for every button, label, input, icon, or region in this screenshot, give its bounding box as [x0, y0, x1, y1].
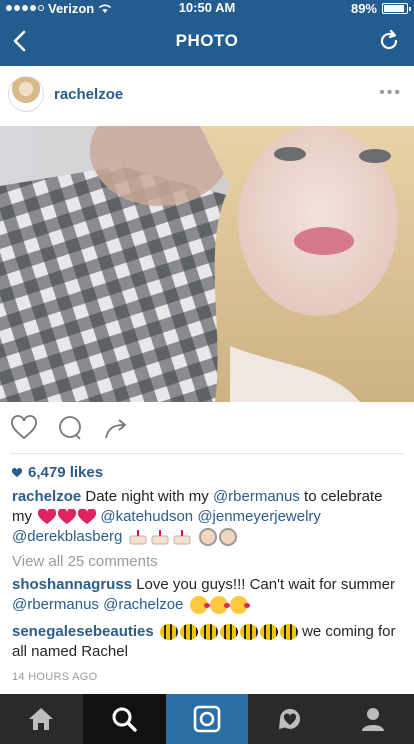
kiss-face-icon — [229, 596, 250, 615]
tab-camera[interactable] — [165, 694, 249, 744]
page-title: PHOTO — [175, 31, 239, 50]
mention-link[interactable]: @rachelzoe — [103, 596, 183, 613]
comment-username[interactable]: shoshannagruss — [12, 576, 132, 593]
more-icon[interactable]: ••• — [379, 84, 402, 102]
comment-username[interactable]: senegalesebeauties — [12, 623, 154, 640]
nav-bar: PHOTO — [0, 16, 414, 66]
comment: shoshannagruss Love you guys!!! Can't wa… — [12, 575, 402, 615]
comment-icon[interactable] — [56, 414, 84, 442]
tab-bar — [0, 694, 414, 744]
divider — [10, 453, 404, 454]
battery-area: 89% — [350, 0, 411, 16]
profile-icon — [361, 708, 384, 731]
battery-percent: 89% — [350, 0, 377, 16]
bee-icon — [199, 624, 218, 641]
post-header: rachelzoe ••• — [0, 66, 414, 126]
post-photo[interactable] — [0, 126, 414, 402]
tab-home[interactable] — [0, 694, 83, 744]
post-time: 14 HOURS AGO — [12, 671, 98, 683]
heart-icon — [12, 467, 22, 477]
cake-icon — [129, 530, 147, 545]
tab-search[interactable] — [82, 694, 166, 744]
bride-icon — [218, 528, 237, 547]
battery-icon — [382, 2, 411, 14]
likes-label: 6,479 likes — [28, 464, 104, 481]
activity-heart-icon — [278, 708, 300, 729]
mention-link[interactable]: @derekblasberg — [12, 528, 122, 545]
red-heart-icon — [78, 509, 97, 525]
post-username[interactable]: rachelzoe — [54, 86, 123, 103]
kiss-face-icon — [189, 596, 210, 615]
search-icon — [112, 707, 137, 732]
cake-icon — [151, 530, 169, 545]
bee-icon — [239, 624, 258, 641]
bee-icon — [259, 624, 278, 641]
share-icon[interactable] — [102, 414, 130, 442]
bride-icon — [198, 528, 217, 547]
app-header: Verizon 10:50 AM 89% PHOTO — [0, 0, 414, 66]
photo-image — [0, 126, 414, 402]
mention-link[interactable]: @rbermanus — [213, 488, 300, 505]
caption: rachelzoe Date night with my @rbermanus … — [12, 487, 402, 547]
mention-link[interactable]: @jenmeyerjewelry — [197, 508, 321, 525]
caption-username[interactable]: rachelzoe — [12, 488, 81, 505]
mention-link[interactable]: @rbermanus — [12, 596, 99, 613]
kiss-face-icon — [209, 596, 230, 615]
view-all-comments[interactable]: View all 25 comments — [12, 553, 158, 570]
tab-activity[interactable] — [248, 694, 331, 744]
cake-icon — [173, 530, 191, 545]
red-heart-icon — [58, 509, 77, 525]
comment-text: Love you guys!!! Can't wait for summer — [136, 576, 396, 593]
refresh-icon[interactable] — [376, 28, 402, 54]
red-heart-icon — [38, 509, 57, 525]
heart-outline-icon[interactable] — [10, 414, 38, 442]
bee-icon — [219, 624, 238, 641]
tab-profile[interactable] — [331, 694, 414, 744]
bee-icon — [159, 624, 178, 641]
caption-text-1: Date night with my — [85, 488, 209, 505]
bee-icon — [279, 624, 298, 641]
comment: senegalesebeauties we coming for all nam… — [12, 622, 402, 662]
bee-icon — [179, 624, 198, 641]
post-actions — [0, 402, 414, 454]
mention-link[interactable]: @katehudson — [100, 508, 193, 525]
home-icon — [29, 708, 54, 730]
camera-icon — [193, 705, 221, 733]
likes-count[interactable]: 6,479 likes — [12, 464, 103, 481]
avatar[interactable] — [8, 76, 44, 112]
status-bar: Verizon 10:50 AM 89% — [0, 0, 414, 16]
